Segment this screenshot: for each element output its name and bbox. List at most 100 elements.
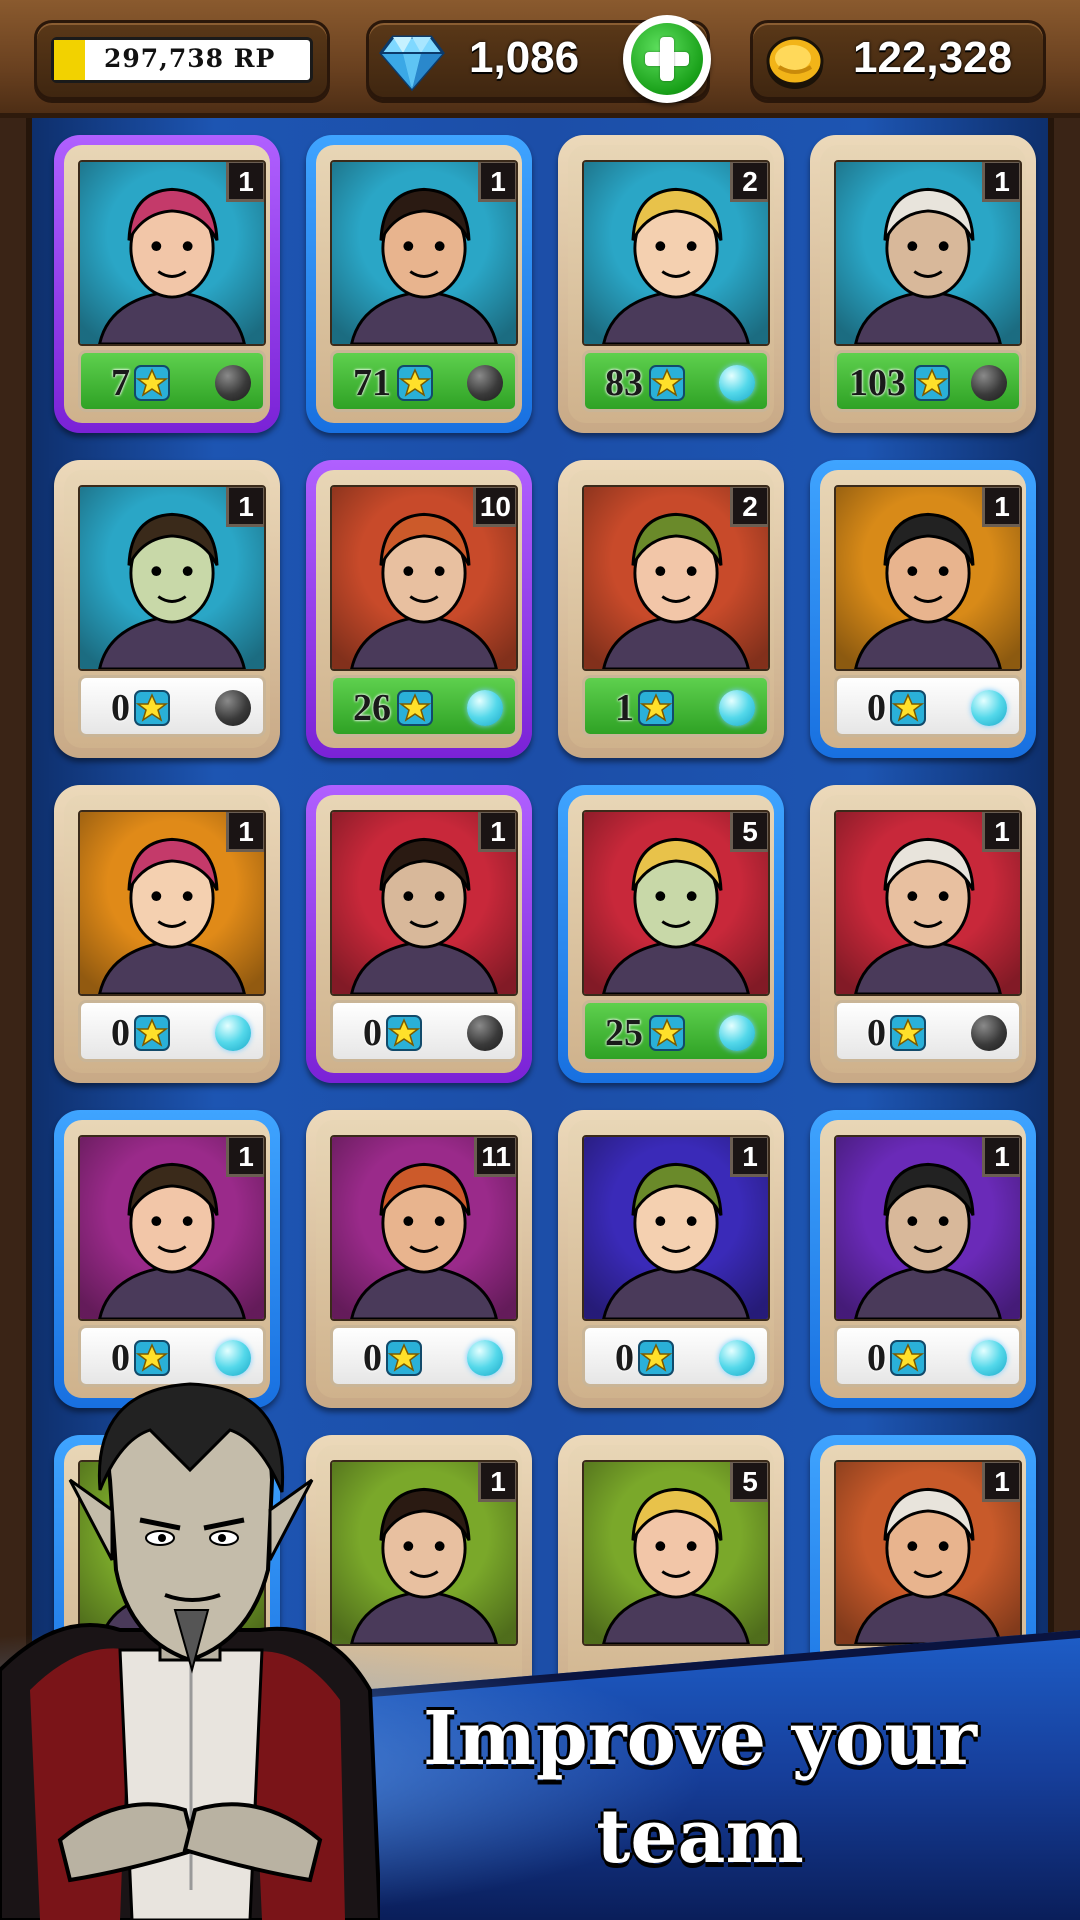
star-icon — [134, 690, 170, 726]
promo-headline: Improve your team — [360, 1690, 1040, 1886]
scared-boy-ghost-icon: 1 — [330, 810, 518, 996]
cyan-orb-icon — [719, 1015, 755, 1051]
hero-level-badge: 2 — [730, 487, 768, 527]
hero-card-frame: 10 — [316, 795, 522, 1073]
hero-card-frame: 10 — [64, 1120, 270, 1398]
tavern-woman-icon: 1 — [834, 810, 1022, 996]
hero-card[interactable]: 2 83 — [558, 135, 784, 433]
rp-counter: 297,738 RP — [34, 20, 330, 100]
hero-star-count: 0 — [111, 687, 130, 729]
hero-level-badge: 1 — [982, 1137, 1020, 1177]
hero-card-frame: 10 — [64, 470, 270, 748]
green-hair-elf-icon: 1 — [582, 1135, 770, 1321]
golden-knight-icon: 1 — [834, 485, 1022, 671]
hero-card[interactable]: 1 103 — [810, 135, 1036, 433]
hero-level-badge: 1 — [226, 1137, 264, 1177]
hero-level-badge: 1 — [478, 162, 516, 202]
demon-woman-icon: 1 — [834, 1460, 1022, 1646]
hero-star-count: 25 — [605, 1012, 643, 1054]
hero-star-count: 0 — [615, 1337, 634, 1379]
dark-orb-icon — [971, 365, 1007, 401]
hero-level-badge: 1 — [478, 1462, 516, 1502]
dark-orb-icon — [215, 365, 251, 401]
vampire-icon — [0, 1382, 380, 1920]
goblin-girl-icon: 5 — [582, 1460, 770, 1646]
hero-card-frame: 5 25 — [568, 795, 774, 1073]
hero-star-count: 0 — [867, 1012, 886, 1054]
hero-level-badge: 10 — [472, 487, 516, 527]
hero-card[interactable]: 10 26 — [306, 460, 532, 758]
rp-progress-box: 297,738 RP — [51, 37, 313, 83]
hero-card[interactable]: 10 — [810, 1110, 1036, 1408]
hero-card-frame: 10 — [820, 795, 1026, 1073]
promo-line-1: Improve your — [423, 1696, 977, 1782]
hero-star-bar: 0 — [78, 675, 266, 737]
hero-star-count: 26 — [353, 687, 391, 729]
star-icon — [890, 1340, 926, 1376]
butcher-chef-icon: 10 — [330, 485, 518, 671]
gold-counter: 122,328 — [750, 20, 1046, 100]
barmaid-beer-icon: 2 — [582, 485, 770, 671]
promo-line-2: team — [596, 1794, 804, 1880]
hero-card[interactable]: 17 — [54, 135, 280, 433]
star-icon — [134, 365, 170, 401]
star-icon — [397, 690, 433, 726]
hero-star-count: 71 — [353, 362, 391, 404]
hero-star-count: 0 — [111, 1012, 130, 1054]
potion-maiden-icon: 2 — [582, 160, 770, 346]
hero-card[interactable]: 10 — [54, 460, 280, 758]
star-icon — [914, 365, 950, 401]
diamond-icon — [379, 35, 445, 92]
elf-alchemist-icon: 1 — [78, 160, 266, 346]
hero-star-count: 0 — [867, 1337, 886, 1379]
hero-star-count: 1 — [615, 687, 634, 729]
hero-card[interactable]: 21 — [558, 460, 784, 758]
hero-card[interactable]: 10 — [54, 785, 280, 1083]
hero-card[interactable]: 10 — [558, 1110, 784, 1408]
add-gems-button[interactable] — [623, 15, 711, 103]
hero-level-badge: 1 — [982, 812, 1020, 852]
star-icon — [134, 1015, 170, 1051]
hero-card[interactable]: 1 71 — [306, 135, 532, 433]
elf-thief-icon: 1 — [78, 810, 266, 996]
hero-star-bar: 0 — [834, 1325, 1022, 1387]
star-icon — [890, 1015, 926, 1051]
hero-card-frame: 10 — [568, 1120, 774, 1398]
gem-counter: 1,086 — [366, 15, 711, 103]
white-wizard-icon: 1 — [78, 1135, 266, 1321]
rp-label: 297,738 RP — [104, 44, 276, 73]
hero-card-frame: 1 103 — [820, 145, 1026, 423]
hero-star-bar: 26 — [330, 675, 518, 737]
hero-card[interactable]: 10 — [810, 785, 1036, 1083]
dark-orb-icon — [215, 690, 251, 726]
hero-level-badge: 5 — [730, 812, 768, 852]
cyan-orb-icon — [467, 690, 503, 726]
hero-card[interactable]: 10 — [54, 1110, 280, 1408]
star-icon — [386, 1340, 422, 1376]
hero-star-bar: 0 — [834, 675, 1022, 737]
star-icon — [649, 365, 685, 401]
hero-card-frame: 11 0 — [316, 1120, 522, 1398]
hero-star-count: 7 — [111, 362, 130, 404]
cyan-orb-icon — [971, 1340, 1007, 1376]
hero-card-frame: 10 26 — [316, 470, 522, 748]
hero-card[interactable]: 11 0 — [306, 1110, 532, 1408]
gold-count: 122,328 — [853, 33, 1013, 82]
hero-star-bar: 83 — [582, 350, 770, 412]
plus-icon — [631, 23, 703, 95]
star-icon — [397, 365, 433, 401]
hero-card[interactable]: 10 — [810, 460, 1036, 758]
dark-orb-icon — [971, 1015, 1007, 1051]
hero-level-badge: 1 — [982, 487, 1020, 527]
hero-card[interactable]: 5 25 — [558, 785, 784, 1083]
monocle-general-icon: 1 — [78, 485, 266, 671]
gold-coin-icon — [766, 36, 824, 89]
rp-progress-fill — [54, 40, 85, 80]
hero-card[interactable]: 10 — [306, 785, 532, 1083]
hero-star-bar: 25 — [582, 1000, 770, 1062]
dark-orb-icon — [467, 1015, 503, 1051]
hero-level-badge: 1 — [226, 487, 264, 527]
hero-card-frame: 10 — [820, 1120, 1026, 1398]
hero-star-bar: 0 — [78, 1000, 266, 1062]
cyan-orb-icon — [467, 1340, 503, 1376]
